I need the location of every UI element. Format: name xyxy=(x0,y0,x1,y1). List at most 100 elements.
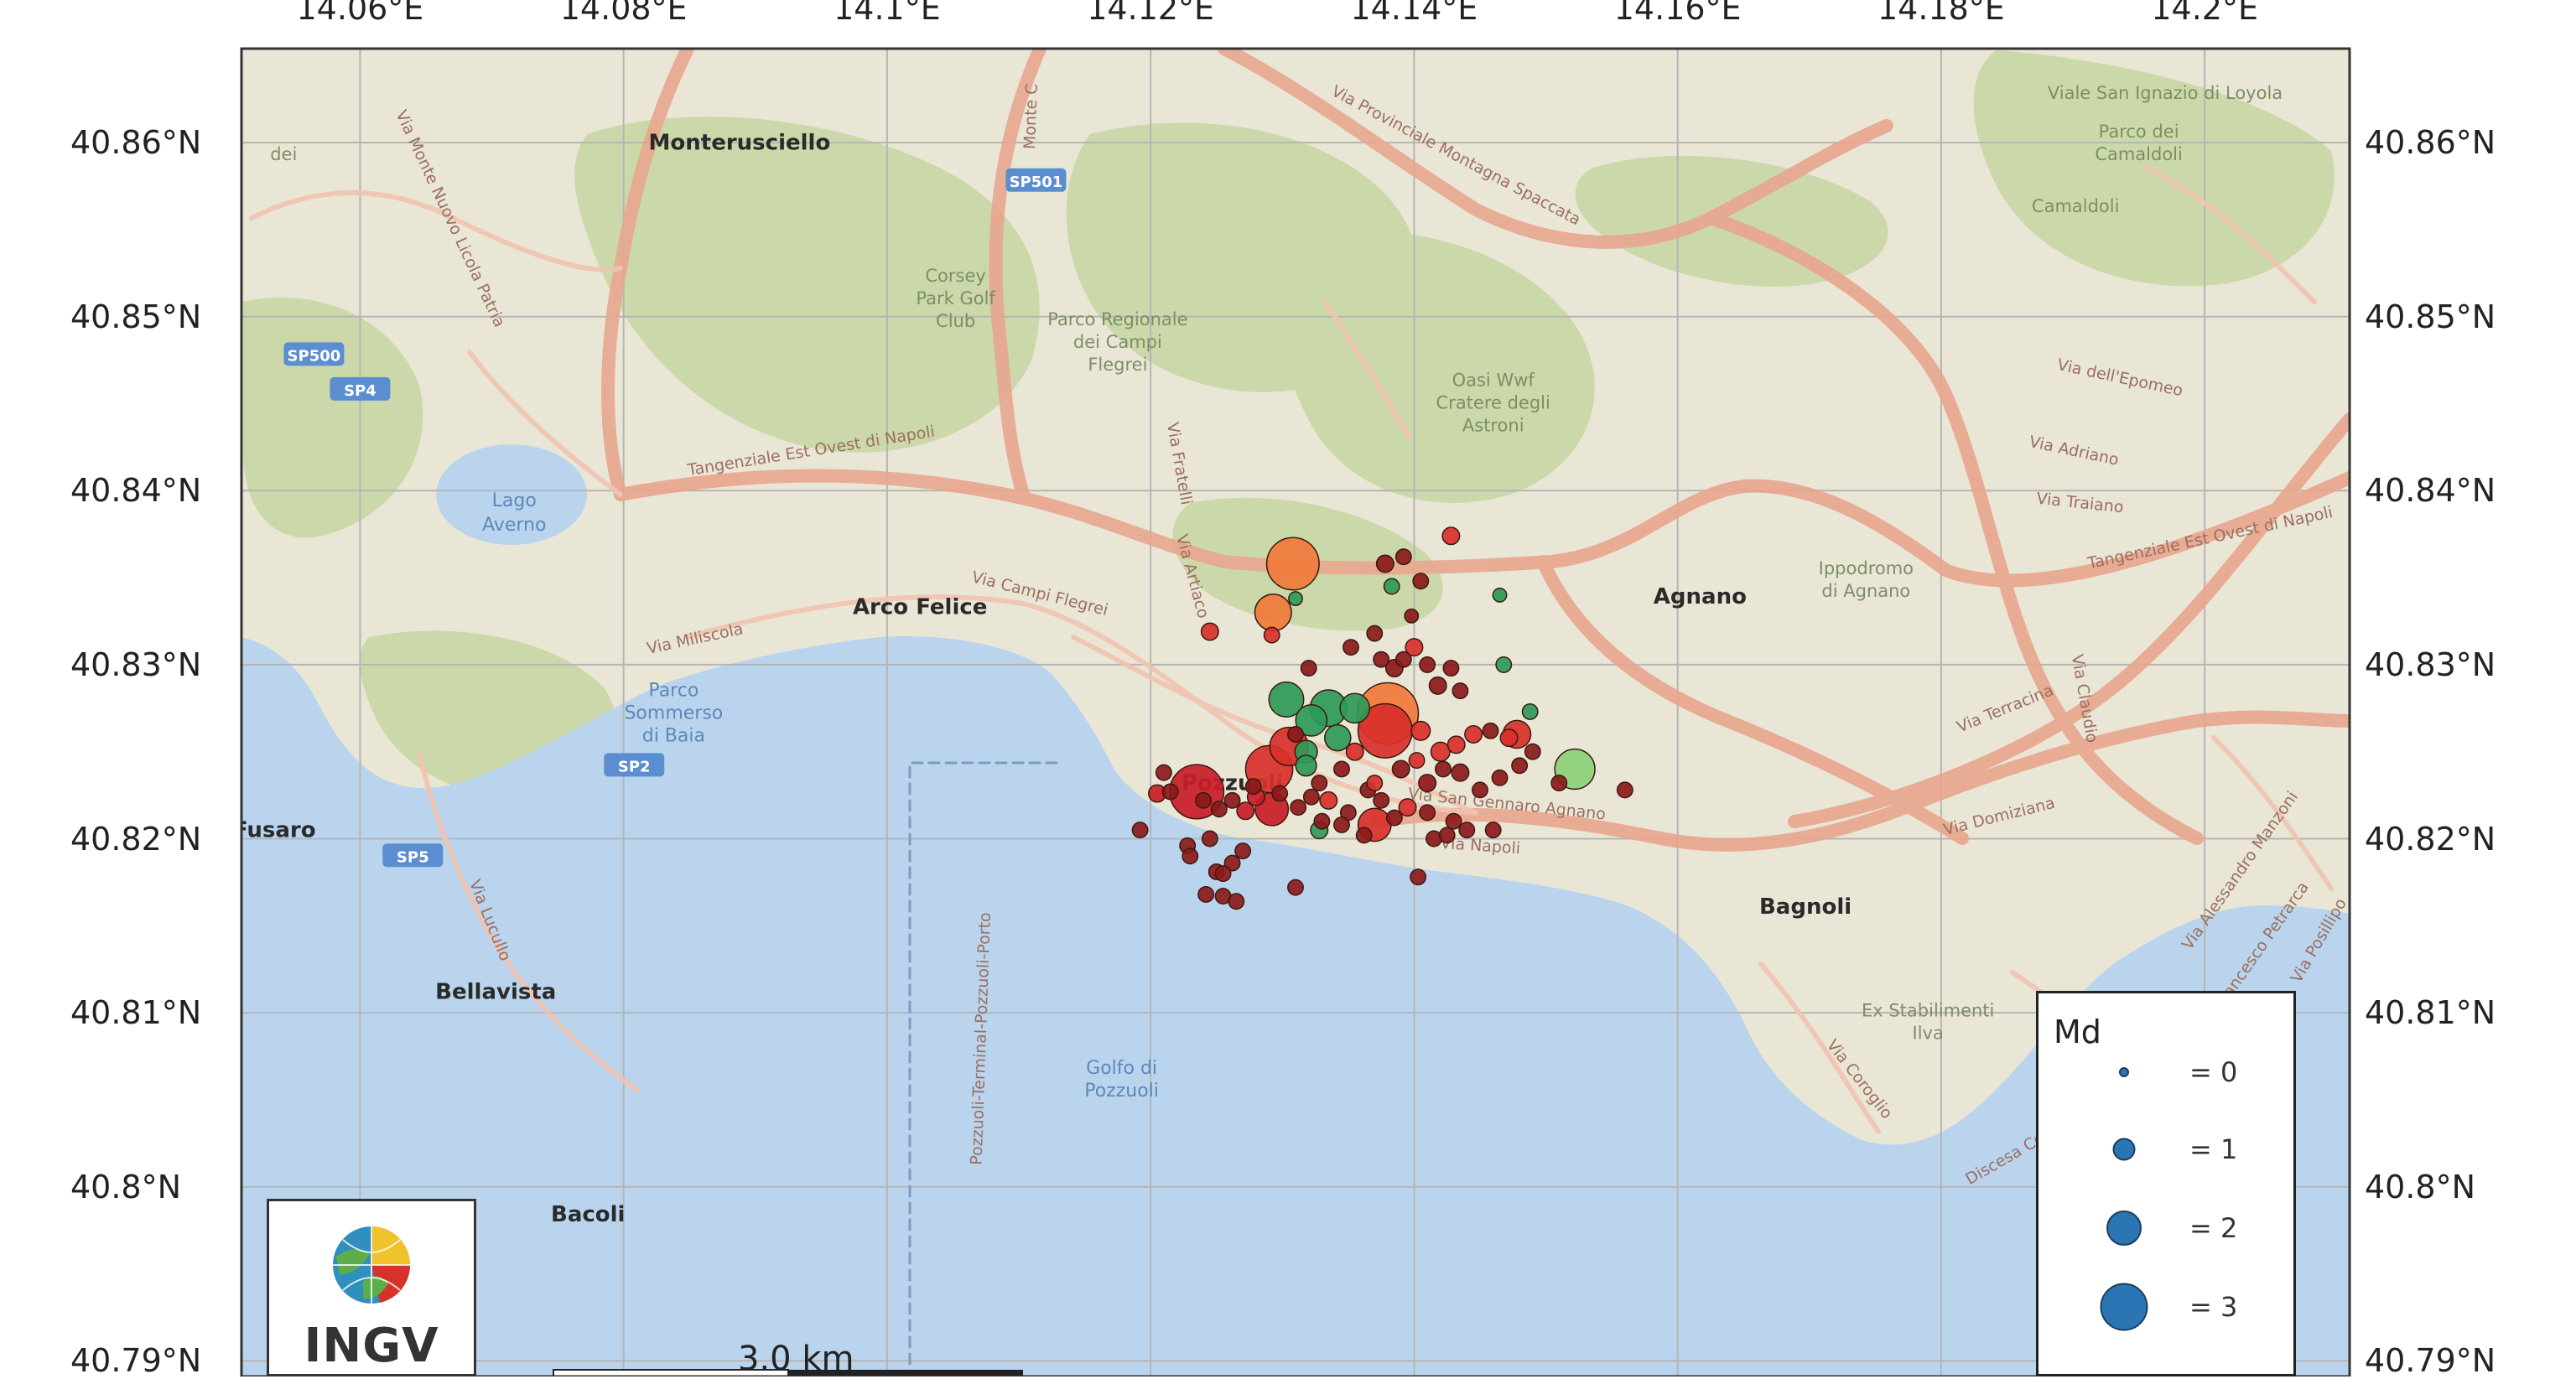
earthquake-marker xyxy=(1287,879,1304,896)
earthquake-marker xyxy=(1288,591,1303,606)
earthquake-marker xyxy=(1182,848,1199,865)
earthquake-marker xyxy=(1451,763,1470,782)
place-label-monterusciello: Monterusciello xyxy=(649,130,831,155)
earthquake-marker xyxy=(1339,692,1371,724)
place-label-campi-2: dei Campi xyxy=(1073,332,1162,352)
earthquake-marker xyxy=(1482,722,1499,739)
lat-tick-label-left: 40.79°N xyxy=(70,1342,202,1379)
earthquake-marker xyxy=(1263,626,1280,644)
place-label-parco-camaldoli: Parco dei xyxy=(2099,122,2179,142)
legend-marker-md-2 xyxy=(2106,1211,2142,1246)
lat-tick-label-right: 40.82°N xyxy=(2365,820,2496,858)
earthquake-marker xyxy=(1271,785,1289,802)
earthquake-marker xyxy=(1373,791,1390,809)
lat-tick-label-left: 40.86°N xyxy=(70,124,202,162)
place-label-camaldoli: Camaldoli xyxy=(2032,196,2120,216)
lat-tick-label-left: 40.85°N xyxy=(70,298,202,335)
earthquake-marker xyxy=(1244,778,1262,796)
globe-icon xyxy=(333,1226,411,1304)
place-label-stabilimenti-2: Ilva xyxy=(1913,1023,1944,1043)
earthquake-marker xyxy=(1385,809,1403,827)
earthquake-marker xyxy=(1521,703,1539,720)
earthquake-marker xyxy=(1442,660,1460,677)
earthquake-marker xyxy=(1373,651,1390,668)
earthquake-marker xyxy=(1499,728,1519,748)
base-map: Monterusciello Arco Felice Agnano Bagnoli Be… xyxy=(233,49,2350,1376)
road-shield: SP501 xyxy=(1005,168,1067,192)
earthquake-marker xyxy=(1287,726,1304,743)
earthquake-marker xyxy=(1234,842,1252,859)
road-shield-label: SP5 xyxy=(397,848,429,866)
legend-label-md-1: = 1 xyxy=(2189,1133,2238,1165)
earthquake-marker xyxy=(1492,587,1508,603)
earthquake-marker xyxy=(1345,742,1364,761)
earthquake-marker xyxy=(1491,769,1509,786)
earthquake-marker xyxy=(1408,752,1426,770)
road-shield-label: SP501 xyxy=(1010,174,1063,191)
place-label-bellavista: Bellavista xyxy=(435,980,556,1005)
lon-tick-label: 14.06°E xyxy=(296,0,424,27)
earthquake-marker xyxy=(1201,830,1218,848)
place-label-via-ignazio: Viale San Ignazio di Loyola xyxy=(2048,83,2283,103)
earthquake-marker xyxy=(1419,656,1436,673)
ingv-logo: INGV xyxy=(267,1199,476,1376)
legend-marker-md-3 xyxy=(2100,1283,2148,1331)
earthquake-marker xyxy=(1290,799,1307,817)
place-label-bagnoli: Bagnoli xyxy=(1759,894,1852,920)
earthquake-marker xyxy=(1295,754,1317,777)
earthquake-marker xyxy=(1464,724,1483,744)
earthquake-marker xyxy=(1495,656,1513,673)
water-label-golfo-2: Pozzuoli xyxy=(1084,1081,1159,1102)
road-shield-label: SP4 xyxy=(344,382,377,400)
earthquake-marker xyxy=(1435,760,1452,778)
water-label-lago-averno-1: Lago xyxy=(492,490,537,511)
earthquake-marker xyxy=(1472,781,1488,799)
lat-tick-label-left: 40.82°N xyxy=(70,820,202,858)
earthquake-marker xyxy=(1446,735,1466,754)
legend-markers xyxy=(2100,1067,2148,1331)
place-label-astroni-2: Cratere degli xyxy=(1436,393,1550,413)
place-label-bacoli: Bacoli xyxy=(551,1202,625,1227)
lat-tick-label-left: 40.8°N xyxy=(70,1168,182,1205)
earthquake-marker xyxy=(1375,554,1394,573)
lat-tick-label-right: 40.83°N xyxy=(2365,645,2496,683)
place-label-ippodromo-1: Ippodromo xyxy=(1819,558,1914,578)
earthquake-marker xyxy=(1394,651,1412,668)
place-label-golf-3: Club xyxy=(936,311,975,331)
road-shield: SP4 xyxy=(330,376,391,401)
earthquake-marker xyxy=(1355,827,1373,844)
scale-bar-label: 3.0 km xyxy=(738,1340,854,1378)
earthquake-marker xyxy=(1511,757,1529,775)
earthquake-marker xyxy=(1428,676,1447,695)
earthquake-marker xyxy=(1324,723,1352,752)
earthquake-marker xyxy=(1300,660,1317,677)
place-label-astroni-1: Oasi Wwf xyxy=(1452,371,1535,391)
earthquake-marker xyxy=(1254,594,1292,632)
earthquake-marker xyxy=(1197,885,1215,903)
earthquake-marker xyxy=(1412,573,1430,590)
magnitude-legend: Md = 0 = 1 = 2 = 3 xyxy=(2036,991,2296,1376)
lon-tick-label: 14.08°E xyxy=(559,0,688,27)
place-label-fusaro: Fusaro xyxy=(233,817,316,842)
road-shield-label: SP2 xyxy=(618,758,651,775)
earthquake-marker xyxy=(1419,804,1436,822)
earthquake-marker xyxy=(1441,526,1461,546)
earthquake-marker xyxy=(1131,822,1149,839)
lat-tick-label-right: 40.84°N xyxy=(2365,472,2496,510)
earthquake-marker xyxy=(1524,743,1541,760)
water-label-parco-baia-2: Sommerso xyxy=(624,702,723,723)
earthquake-marker xyxy=(1343,639,1359,656)
earthquake-marker xyxy=(1484,822,1502,839)
lat-tick-label-left: 40.84°N xyxy=(70,472,202,510)
earthquake-marker xyxy=(1410,868,1427,886)
earthquake-marker xyxy=(1236,801,1255,821)
earthquake-marker xyxy=(1313,812,1331,830)
legend-label-md-2: = 2 xyxy=(2189,1212,2238,1244)
lat-tick-label-right: 40.8°N xyxy=(2365,1168,2476,1205)
lat-tick-label-right: 40.85°N xyxy=(2365,298,2496,335)
earthquake-marker xyxy=(1418,774,1437,793)
place-label-agnano: Agnano xyxy=(1654,584,1747,609)
earthquake-marker xyxy=(1155,764,1172,781)
lat-tick-label-left: 40.81°N xyxy=(70,994,202,1032)
place-label-golf-2: Park Golf xyxy=(916,288,995,308)
